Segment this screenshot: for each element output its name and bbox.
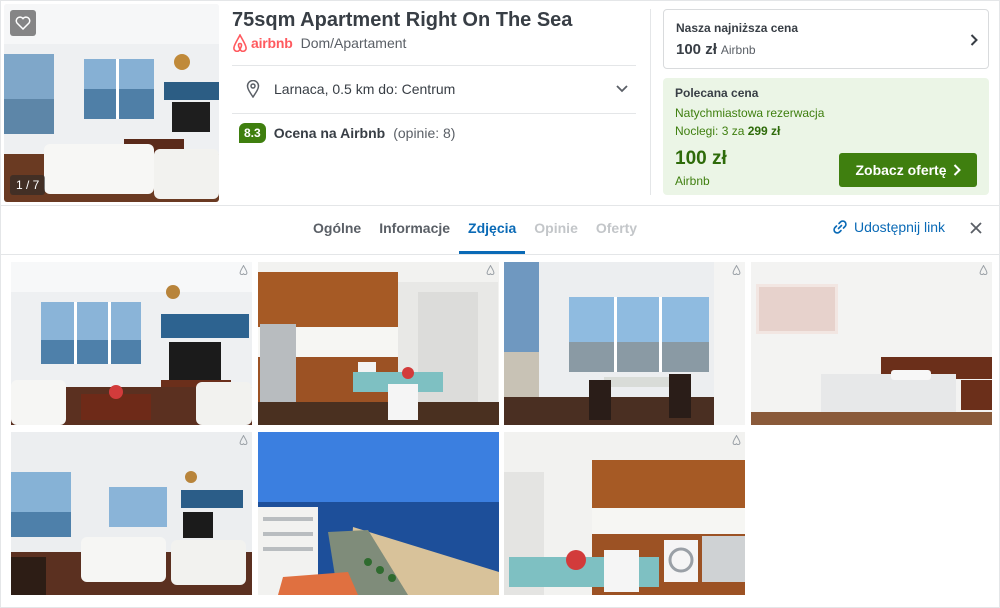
gallery-photo[interactable] (258, 262, 499, 425)
living-room-wide-photo (11, 432, 252, 595)
rating-row[interactable]: 8.3 Ocena na Airbnb (opinie: 8) (239, 123, 455, 143)
corner-brand-icon (239, 435, 248, 445)
tabs-bar: Ogólne Informacje Zdjęcia Opinie Oferty … (1, 205, 1000, 255)
hotel-detail-panel: 1 / 7 75sqm Apartment Right On The Sea a… (0, 0, 1000, 608)
tab-list: Ogólne Informacje Zdjęcia Opinie Oferty (304, 206, 646, 254)
tab-general[interactable]: Ogólne (304, 206, 370, 254)
bedroom-photo (751, 262, 992, 425)
lowest-price: 100 zł Airbnb (676, 41, 756, 58)
tab-reviews: Opinie (534, 220, 578, 236)
listing-title: 75sqm Apartment Right On The Sea (232, 9, 573, 31)
corner-brand-icon (239, 265, 248, 275)
gallery-photo[interactable] (11, 262, 252, 425)
kitchen-dining-photo (504, 432, 745, 595)
tab-info[interactable]: Informacje (370, 206, 459, 254)
corner-brand-icon (732, 435, 741, 445)
recommended-price-card: Polecana cena Natychmiastowa rezerwacja … (663, 78, 989, 195)
vertical-divider (650, 9, 651, 195)
chevron-right-icon (953, 164, 961, 176)
lowest-price-label: Nasza najniższa cena (676, 21, 799, 35)
beach-view-photo (258, 432, 499, 595)
rating-source: Ocena na Airbnb (273, 125, 386, 141)
tab-deals: Oferty (595, 220, 638, 236)
rating-count: (opinie: 8) (393, 125, 456, 141)
airbnb-logo-text: airbnb (251, 35, 293, 51)
gallery-photo[interactable] (751, 262, 992, 425)
gallery-photo[interactable] (258, 432, 499, 595)
gallery-photo[interactable] (504, 432, 745, 595)
corner-brand-icon (979, 265, 988, 275)
listing-subtitle: airbnb Dom/Apartament (232, 34, 406, 52)
nights-prefix: Noclegi: 3 za (675, 124, 748, 138)
chevron-down-icon (616, 85, 628, 93)
nights-total-value: 299 zł (747, 124, 781, 138)
airbnb-logo: airbnb (232, 34, 293, 52)
gallery-photo[interactable] (11, 432, 252, 595)
rating-badge: 8.3 (239, 123, 266, 143)
map-pin-icon (246, 80, 260, 98)
nights-total: Noclegi: 3 za 299 zł (675, 124, 780, 138)
airbnb-logo-icon (233, 34, 247, 52)
divider (232, 65, 636, 66)
living-room-photo (11, 262, 252, 425)
gallery-photo[interactable] (504, 262, 745, 425)
divider (232, 113, 636, 114)
lowest-price-provider: Airbnb (720, 43, 756, 57)
hero-photo[interactable]: 1 / 7 (4, 4, 219, 202)
hero-photo-image (4, 4, 219, 202)
listing-category: Dom/Apartament (300, 35, 407, 51)
corner-brand-icon (732, 265, 741, 275)
tab-photos[interactable]: Zdjęcia (459, 206, 526, 254)
location-text: Larnaca, 0.5 km do: Centrum (274, 81, 456, 97)
share-link-label: Udostępnij link (854, 219, 946, 235)
recommended-label: Polecana cena (675, 86, 759, 100)
recommended-provider: Airbnb (675, 174, 710, 188)
location-row[interactable]: Larnaca, 0.5 km do: Centrum (232, 69, 636, 109)
favorite-button[interactable] (10, 10, 36, 36)
lowest-price-card[interactable]: Nasza najniższa cena 100 zł Airbnb (663, 9, 989, 69)
instant-booking: Natychmiastowa rezerwacja (675, 106, 825, 120)
lowest-price-value: 100 zł (676, 41, 717, 58)
close-icon[interactable] (969, 221, 983, 235)
chevron-right-icon (970, 34, 978, 46)
recommended-price: 100 zł (675, 148, 727, 169)
listing-header: 1 / 7 75sqm Apartment Right On The Sea a… (1, 1, 1000, 204)
dining-window-photo (504, 262, 745, 425)
view-deal-button[interactable]: Zobacz ofertę (839, 153, 977, 187)
share-link-button[interactable]: Udostępnij link (832, 219, 945, 235)
kitchen-photo (258, 262, 499, 425)
photo-counter: 1 / 7 (10, 175, 46, 195)
link-icon (833, 220, 847, 234)
heart-icon (15, 16, 31, 30)
corner-brand-icon (486, 265, 495, 275)
view-deal-label: Zobacz ofertę (855, 162, 947, 178)
